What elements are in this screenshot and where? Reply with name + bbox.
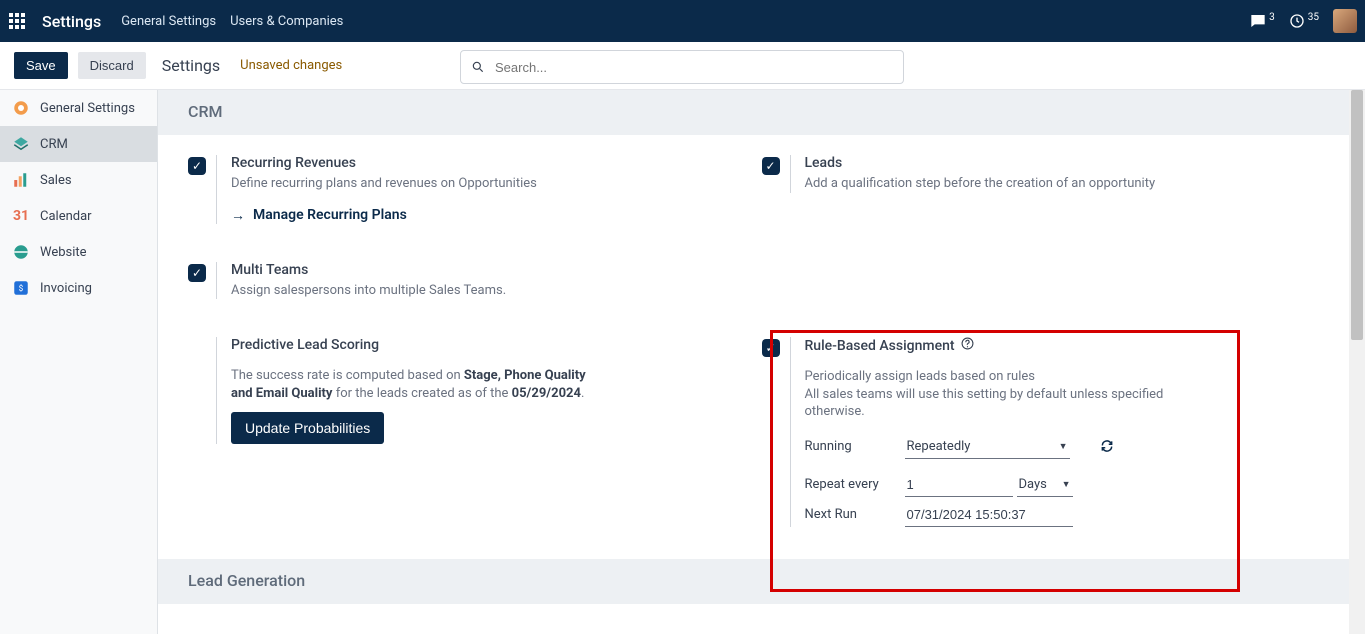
refresh-icon[interactable] (1100, 435, 1114, 453)
help-icon[interactable] (961, 337, 974, 354)
next-run-label: Next Run (805, 503, 905, 522)
repeat-label: Repeat every (805, 473, 905, 494)
card-leads: ✓ Leads Add a qualification step before … (762, 145, 1336, 234)
running-label: Running (805, 435, 905, 454)
next-run-row: Next Run (805, 503, 1190, 527)
card-desc-2: All sales teams will use this setting by… (805, 386, 1190, 421)
card-title: Recurring Revenues (231, 155, 537, 171)
checkbox-leads[interactable]: ✓ (762, 157, 780, 175)
activity-icon[interactable]: 35 (1289, 13, 1319, 29)
checkbox-multi-teams[interactable]: ✓ (188, 264, 206, 282)
main: General Settings CRM Sales 31 Calendar W… (0, 90, 1365, 634)
settings-sidebar: General Settings CRM Sales 31 Calendar W… (0, 90, 158, 634)
sidebar-item-website[interactable]: Website (0, 234, 157, 270)
avatar[interactable] (1333, 9, 1357, 33)
control-bar: Save Discard Settings Unsaved changes (0, 42, 1365, 90)
section-header-lead-generation: Lead Generation (158, 559, 1365, 604)
messaging-icon[interactable]: 3 (1250, 13, 1275, 29)
gear-icon (12, 99, 30, 117)
crm-icon (12, 135, 30, 153)
sidebar-item-label: Calendar (40, 209, 92, 224)
top-navbar: Settings General Settings Users & Compan… (0, 0, 1365, 42)
card-multi-teams: ✓ Multi Teams Assign salespersons into m… (188, 252, 762, 310)
sidebar-item-label: Sales (40, 173, 72, 188)
scrollbar[interactable] (1349, 90, 1365, 634)
card-title: Leads (805, 155, 1156, 171)
section-header-crm: CRM (158, 90, 1365, 135)
card-desc: The success rate is computed based on St… (231, 367, 586, 402)
sidebar-item-label: Invoicing (40, 281, 92, 296)
checkbox-rule-based-assignment[interactable]: ✓ (762, 339, 780, 357)
card-title: Multi Teams (231, 262, 506, 278)
sidebar-item-calendar[interactable]: 31 Calendar (0, 198, 157, 234)
link-label: Manage Recurring Plans (253, 207, 407, 223)
card-rule-based-assignment: ✓ Rule-Based Assignment Periodically ass… (762, 327, 1336, 537)
running-select[interactable]: Repeatedly ▼ (905, 435, 1070, 459)
navlink-general-settings[interactable]: General Settings (121, 14, 216, 29)
sidebar-item-crm[interactable]: CRM (0, 126, 157, 162)
content[interactable]: CRM ✓ Recurring Revenues Define recurrin… (158, 90, 1365, 634)
calendar-icon: 31 (12, 207, 30, 225)
search-wrap (460, 50, 904, 84)
card-desc: Add a qualification step before the crea… (805, 175, 1156, 193)
messaging-count: 3 (1269, 12, 1275, 23)
repeat-row: Repeat every Days ▼ (805, 473, 1190, 497)
checkbox-recurring-revenues[interactable]: ✓ (188, 157, 206, 175)
chevron-down-icon: ▼ (1062, 479, 1071, 490)
card-recurring-revenues: ✓ Recurring Revenues Define recurring pl… (188, 145, 762, 234)
sidebar-item-sales[interactable]: Sales (0, 162, 157, 198)
running-value: Repeatedly (907, 439, 971, 454)
nav-right: 3 35 (1250, 9, 1357, 33)
card-predictive-lead-scoring: Predictive Lead Scoring The success rate… (188, 327, 762, 537)
website-icon (12, 243, 30, 261)
breadcrumb-title: Settings (162, 56, 220, 75)
sidebar-item-label: CRM (40, 137, 68, 152)
manage-recurring-plans-link[interactable]: → Manage Recurring Plans (231, 207, 537, 224)
search-box[interactable] (460, 50, 904, 84)
status-unsaved: Unsaved changes (240, 58, 342, 73)
running-row: Running Repeatedly ▼ (805, 435, 1190, 459)
sidebar-item-invoicing[interactable]: $ Invoicing (0, 270, 157, 306)
sales-icon (12, 171, 30, 189)
card-empty (762, 252, 1336, 310)
control-bar-left: Save Discard Settings Unsaved changes (0, 52, 342, 79)
sidebar-item-label: General Settings (40, 101, 135, 116)
repeat-value-input[interactable] (905, 473, 1013, 497)
navlink-users-companies[interactable]: Users & Companies (230, 14, 343, 29)
nav-links: General Settings Users & Companies (121, 14, 343, 29)
card-desc: Define recurring plans and revenues on O… (231, 175, 537, 193)
discard-button[interactable]: Discard (78, 52, 146, 79)
card-title: Predictive Lead Scoring (231, 337, 586, 353)
search-icon (471, 60, 485, 74)
next-run-input[interactable] (905, 503, 1073, 527)
sidebar-item-general-settings[interactable]: General Settings (0, 90, 157, 126)
scrollbar-thumb[interactable] (1351, 90, 1363, 340)
app-title[interactable]: Settings (42, 12, 101, 31)
card-desc: Assign salespersons into multiple Sales … (231, 282, 506, 300)
svg-text:$: $ (19, 283, 24, 294)
chevron-down-icon: ▼ (1059, 441, 1068, 452)
arrow-right-icon: → (231, 207, 245, 224)
update-probabilities-button[interactable]: Update Probabilities (231, 412, 384, 444)
repeat-unit-value: Days (1019, 477, 1047, 492)
card-desc-1: Periodically assign leads based on rules (805, 368, 1190, 386)
invoicing-icon: $ (12, 279, 30, 297)
settings-grid: ✓ Recurring Revenues Define recurring pl… (158, 135, 1365, 537)
activity-count: 35 (1308, 12, 1319, 23)
save-button[interactable]: Save (14, 52, 68, 79)
nav-left: Settings General Settings Users & Compan… (8, 12, 343, 31)
search-input[interactable] (495, 60, 893, 75)
card-title: Rule-Based Assignment (805, 338, 955, 354)
sidebar-item-label: Website (40, 245, 87, 260)
apps-icon[interactable] (8, 12, 26, 30)
repeat-unit-select[interactable]: Days ▼ (1017, 473, 1073, 497)
